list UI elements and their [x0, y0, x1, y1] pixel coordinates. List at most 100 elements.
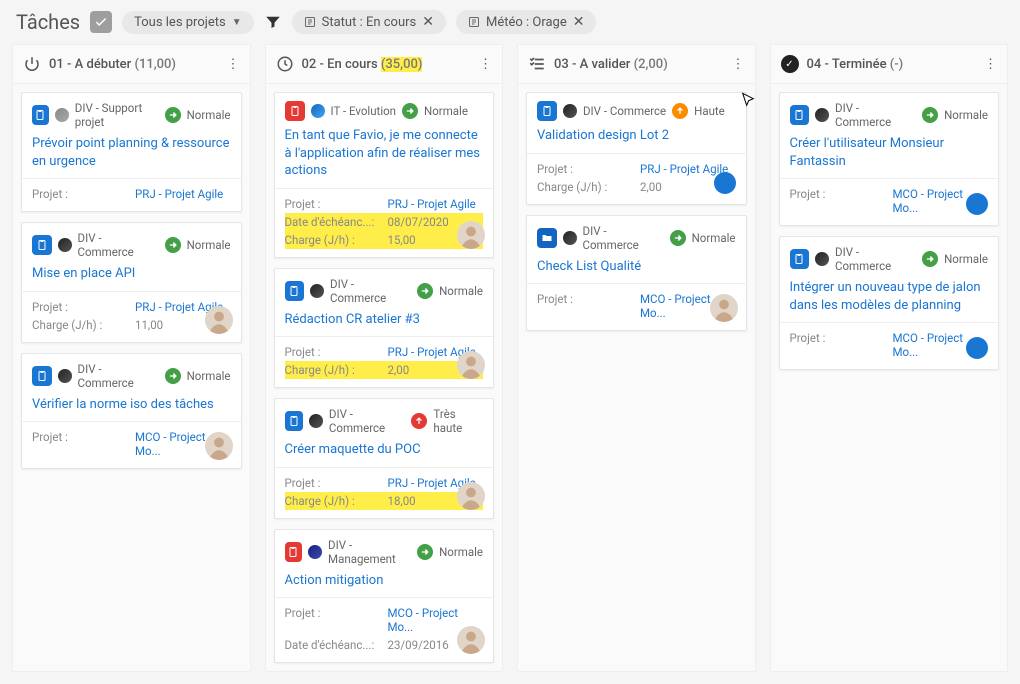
meta-value[interactable]: PRJ - Projet Agile [640, 162, 728, 176]
meta-label: Projet : [285, 345, 380, 359]
filter-chip-weather[interactable]: Météo : Orage ✕ [456, 10, 597, 34]
meta-value[interactable]: PRJ - Projet Agile [388, 197, 476, 211]
filter-icon[interactable] [264, 13, 282, 31]
category-dot-icon [563, 104, 577, 118]
card-meta-row: Date d'échéanc...: 08/07/2020 [285, 213, 484, 231]
card-meta-row: Projet :PRJ - Projet Agile [537, 160, 736, 178]
task-card[interactable]: DIV - Support projetNormale Prévoir point… [21, 92, 242, 212]
card-title-link[interactable]: Rédaction CR atelier #3 [285, 311, 484, 329]
task-card[interactable]: DIV - CommerceNormaleIntégrer un nouveau… [779, 236, 1000, 370]
task-card[interactable]: DIV - ManagementNormaleAction mitigation… [274, 529, 495, 664]
category-dot-icon [815, 108, 829, 122]
priority-icon [670, 230, 686, 246]
task-type-icon [32, 366, 52, 386]
column-menu-button[interactable]: ⋮ [227, 57, 240, 72]
card-tags: DIV - CommerceNormale [32, 231, 231, 259]
card-title-link[interactable]: Validation design Lot 2 [537, 127, 736, 145]
card-title-link[interactable]: Créer maquette du POC [285, 441, 484, 459]
column-done: ✓04 - Terminée (-)⋮DIV - CommerceNormale… [770, 44, 1009, 672]
card-meta-row: Projet :PRJ - Projet Agile [32, 298, 231, 316]
priority-icon [922, 251, 938, 267]
card-title-link[interactable]: Vérifier la norme iso des tâches [32, 396, 231, 414]
task-card[interactable]: DIV - CommerceNormaleCheck List QualitéP… [526, 215, 747, 332]
category-label: DIV - Commerce [835, 245, 916, 273]
category-label: DIV - Commerce [330, 277, 411, 305]
column-menu-button[interactable]: ⋮ [732, 57, 745, 72]
kanban-board: 01 - A débuter (11,00)⋮ DIV - Support pro… [0, 44, 1020, 684]
priority-icon [672, 103, 688, 119]
card-list: IT - EvolutionNormaleEn tant que Favio, … [266, 84, 503, 671]
category-dot-icon [815, 252, 829, 266]
task-type-icon [32, 105, 49, 125]
card-meta-row: Projet :PRJ - Projet Agile [32, 185, 231, 203]
task-type-icon [790, 249, 810, 269]
priority-icon [417, 544, 433, 560]
card-title-link[interactable]: Créer l'utilisateur Monsieur Fantassin [790, 135, 989, 170]
card-meta-row: Charge (J/h) : 15,00 [285, 231, 484, 249]
task-card[interactable]: IT - EvolutionNormaleEn tant que Favio, … [274, 92, 495, 258]
task-card[interactable]: DIV - CommerceTrès hauteCréer maquette d… [274, 398, 495, 519]
assignee-avatar[interactable] [457, 482, 485, 510]
column-menu-button[interactable]: ⋮ [984, 57, 997, 72]
category-dot-icon [309, 414, 323, 428]
filter-chip-label: Statut : En cours [322, 15, 417, 30]
meta-value[interactable]: PRJ - Projet Agile [135, 187, 223, 201]
project-selector[interactable]: Tous les projets ▼ [122, 11, 254, 34]
page-title: Tâches [16, 10, 80, 34]
assignee-avatar[interactable] [205, 306, 233, 334]
column-title: 03 - A valider (2,00) [554, 57, 668, 72]
category-label: DIV - Management [328, 538, 411, 566]
meta-value: 11,00 [135, 318, 163, 332]
priority-icon [165, 107, 181, 123]
category-dot-icon [58, 369, 72, 383]
priority-label: Haute [694, 104, 725, 118]
card-title-link[interactable]: Action mitigation [285, 572, 484, 590]
close-icon[interactable]: ✕ [422, 14, 434, 30]
status-dot [966, 193, 988, 215]
card-title-link[interactable]: Mise en place API [32, 265, 231, 283]
card-title-link[interactable]: En tant que Favio, je me connecte à l'ap… [285, 127, 484, 180]
card-meta-row: Projet :MCO - Project Mo... [790, 329, 989, 361]
meta-label: Projet : [537, 292, 632, 320]
task-card[interactable]: DIV - CommerceHauteValidation design Lot… [526, 92, 747, 205]
close-icon[interactable]: ✕ [573, 14, 585, 30]
priority-icon [411, 413, 427, 429]
card-meta-row: Date d'échéanc...: 23/09/2016 [285, 636, 484, 654]
card-title-link[interactable]: Prévoir point planning & ressource en ur… [32, 135, 231, 170]
card-tags: DIV - CommerceNormale [790, 101, 989, 129]
card-meta-row: Projet :MCO - Project Mo... [537, 290, 736, 322]
category-dot-icon [308, 545, 322, 559]
assignee-avatar[interactable] [710, 294, 738, 322]
column-header: 01 - A débuter (11,00)⋮ [13, 45, 250, 84]
meta-value: 23/09/2016 [388, 638, 449, 652]
task-card[interactable]: DIV - CommerceNormaleRédaction CR atelie… [274, 268, 495, 389]
filter-chip-status[interactable]: Statut : En cours ✕ [292, 10, 446, 34]
task-card[interactable]: DIV - CommerceNormale Créer l'utilisateur… [779, 92, 1000, 226]
card-title-link[interactable]: Intégrer un nouveau type de jalon dans l… [790, 279, 989, 314]
category-dot-icon [310, 284, 324, 298]
column-menu-button[interactable]: ⋮ [479, 57, 492, 72]
meta-label: Projet : [790, 331, 885, 359]
task-card[interactable]: DIV - CommerceNormale Mise en place API Pr… [21, 222, 242, 343]
assignee-avatar[interactable] [457, 221, 485, 249]
meta-value: 18,00 [388, 494, 416, 508]
category-dot-icon [311, 104, 325, 118]
priority-label: Normale [187, 369, 231, 383]
assignee-avatar[interactable] [205, 432, 233, 460]
meta-label: Projet : [285, 606, 380, 634]
meta-label: Date d'échéanc...: [285, 638, 380, 652]
card-meta-row: Projet :PRJ - Projet Agile [285, 343, 484, 361]
priority-label: Normale [692, 231, 736, 245]
meta-label: Date d'échéanc...: [285, 215, 380, 229]
meta-value: 08/07/2020 [388, 215, 449, 229]
category-dot-icon [563, 231, 577, 245]
meta-label: Charge (J/h) : [285, 233, 380, 247]
meta-value: 15,00 [388, 233, 416, 247]
card-tags: DIV - Support projetNormale [32, 101, 231, 129]
assignee-avatar[interactable] [457, 351, 485, 379]
card-list: DIV - Support projetNormale Prévoir point… [13, 84, 250, 477]
card-title-link[interactable]: Check List Qualité [537, 258, 736, 276]
task-card[interactable]: DIV - CommerceNormaleVérifier la norme i… [21, 353, 242, 470]
meta-label: Charge (J/h) : [285, 494, 380, 508]
meta-value: 2,00 [388, 363, 410, 377]
